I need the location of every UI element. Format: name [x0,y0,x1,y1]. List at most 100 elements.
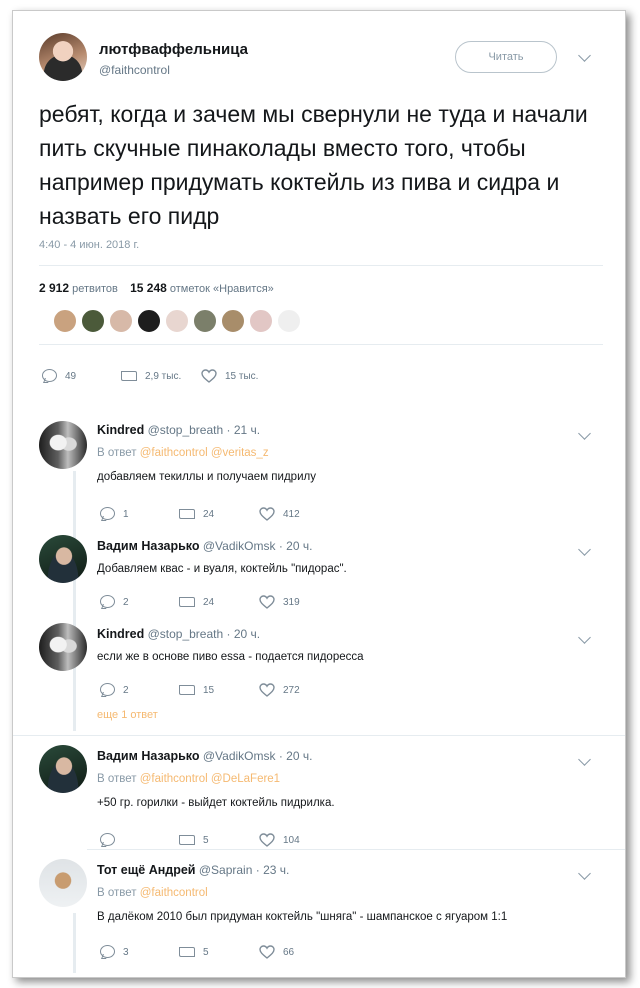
liker-avatar[interactable] [109,309,133,333]
reply-text: +50 гр. горилки - выйдет коктейль пидрил… [97,797,335,809]
like-count: 104 [283,834,300,846]
chevron-down-icon[interactable] [578,49,591,62]
divider [39,344,603,345]
author-handle[interactable]: @faithcontrol [99,63,170,77]
liker-avatar[interactable] [249,309,273,333]
reply-icon [99,683,115,697]
liker-avatar[interactable] [193,309,217,333]
reply-action[interactable]: 1 [99,507,129,521]
heart-icon [259,595,275,609]
like-count: 319 [283,596,300,608]
like-action[interactable]: 319 [259,595,300,609]
reply-author-handle[interactable]: @stop_breath [148,627,224,641]
chevron-down-icon[interactable] [578,427,591,440]
liker-avatar[interactable] [53,309,77,333]
reply-header: Kindred @stop_breath · 21 ч. [97,423,261,437]
heart-icon [259,683,275,697]
reply-to-link[interactable]: @faithcontrol @veritas_z [140,447,269,459]
like-count-action: 15 тыс. [225,370,259,382]
retweet-label: ретвитов [72,283,118,295]
retweet-icon [179,833,195,847]
retweet-action[interactable]: 15 [179,683,214,697]
chevron-down-icon[interactable] [578,631,591,644]
author-avatar[interactable] [39,33,87,81]
reply-author-name[interactable]: Kindred [97,423,144,437]
reply-author-name[interactable]: Тот ещё Андрей [97,863,195,877]
retweet-action[interactable]: 2,9 тыс. [121,369,181,383]
reply-author-name[interactable]: Kindred [97,627,144,641]
liker-avatar[interactable] [165,309,189,333]
retweet-icon [121,369,137,383]
like-action[interactable]: 412 [259,507,300,521]
like-action[interactable]: 15 тыс. [201,369,258,383]
retweet-count[interactable]: 2 912 [39,281,69,295]
reply-to-link[interactable]: @faithcontrol @DeLaFere1 [140,773,280,785]
reply-action[interactable]: 49 [41,369,76,383]
tweet-actions: 49 2,9 тыс. 15 тыс. [39,369,339,389]
reply-author-handle[interactable]: @VadikOmsk [203,539,276,553]
show-more-replies-link[interactable]: еще 1 ответ [97,709,158,721]
reply-action[interactable] [99,833,123,847]
avatar[interactable] [39,859,87,907]
reply-time[interactable]: 21 ч. [234,423,260,437]
retweet-action[interactable]: 24 [179,595,214,609]
screenshot-frame: лютфваффельница @faithcontrol Читать реб… [12,10,626,978]
reply-count: 2 [123,596,129,608]
retweet-icon [179,507,195,521]
follow-button[interactable]: Читать [455,41,557,73]
retweet-count: 5 [203,834,209,846]
reply-header: Тот ещё Андрей @Saprain · 23 ч. [97,863,290,877]
liker-avatar[interactable] [137,309,161,333]
author-name[interactable]: лютфваффельница [99,41,248,58]
reply-text: В далёком 2010 был придуман коктейль "шн… [97,911,508,923]
reply-context: В ответ @faithcontrol @veritas_z [97,447,269,459]
reply-prefix: В ответ [97,887,137,899]
divider [13,735,625,736]
retweet-action[interactable]: 5 [179,945,209,959]
chevron-down-icon[interactable] [578,543,591,556]
reply-icon [99,833,115,847]
reply-time[interactable]: 20 ч. [286,539,312,553]
retweet-action[interactable]: 24 [179,507,214,521]
avatar[interactable] [39,535,87,583]
reply-text: добавляем текиллы и получаем пидрилу [97,471,316,483]
reply-author-name[interactable]: Вадим Назарько [97,749,200,763]
liker-avatar[interactable] [277,309,301,333]
reply-time[interactable]: 20 ч. [286,749,312,763]
reply-time[interactable]: 23 ч. [263,863,289,877]
tweet-timestamp[interactable]: 4:40 - 4 июн. 2018 г. [39,239,139,251]
heart-icon [259,833,275,847]
reply-header: Kindred @stop_breath · 20 ч. [97,627,261,641]
like-action[interactable]: 66 [259,945,294,959]
like-action[interactable]: 272 [259,683,300,697]
reply-action[interactable]: 3 [99,945,129,959]
reply-author-handle[interactable]: @Saprain [199,863,253,877]
tweet-text: ребят, когда и зачем мы свернули не туда… [39,101,588,229]
divider [39,265,603,266]
reply-action[interactable]: 2 [99,595,129,609]
like-count[interactable]: 15 248 [130,281,167,295]
chevron-down-icon[interactable] [578,867,591,880]
like-action[interactable]: 104 [259,833,300,847]
retweet-icon [179,945,195,959]
reply-time[interactable]: 20 ч. [234,627,260,641]
retweet-count: 24 [203,596,215,608]
reply-action[interactable]: 2 [99,683,129,697]
chevron-down-icon[interactable] [578,753,591,766]
retweet-count: 24 [203,508,215,520]
reply-author-handle[interactable]: @stop_breath [148,423,224,437]
like-count: 272 [283,684,300,696]
reply-header: Вадим Назарько @VadikOmsk · 20 ч. [97,539,313,553]
retweet-icon [179,683,195,697]
reply-author-handle[interactable]: @VadikOmsk [203,749,276,763]
reply-to-link[interactable]: @faithcontrol [140,887,208,899]
avatar[interactable] [39,623,87,671]
reply-header: Вадим Назарько @VadikOmsk · 20 ч. [97,749,313,763]
retweet-action[interactable]: 5 [179,833,209,847]
avatar[interactable] [39,745,87,793]
liker-avatar[interactable] [221,309,245,333]
reply-author-name[interactable]: Вадим Назарько [97,539,200,553]
reply-text: Добавляем квас - и вуаля, коктейль "пидо… [97,563,347,575]
liker-avatar[interactable] [81,309,105,333]
avatar[interactable] [39,421,87,469]
